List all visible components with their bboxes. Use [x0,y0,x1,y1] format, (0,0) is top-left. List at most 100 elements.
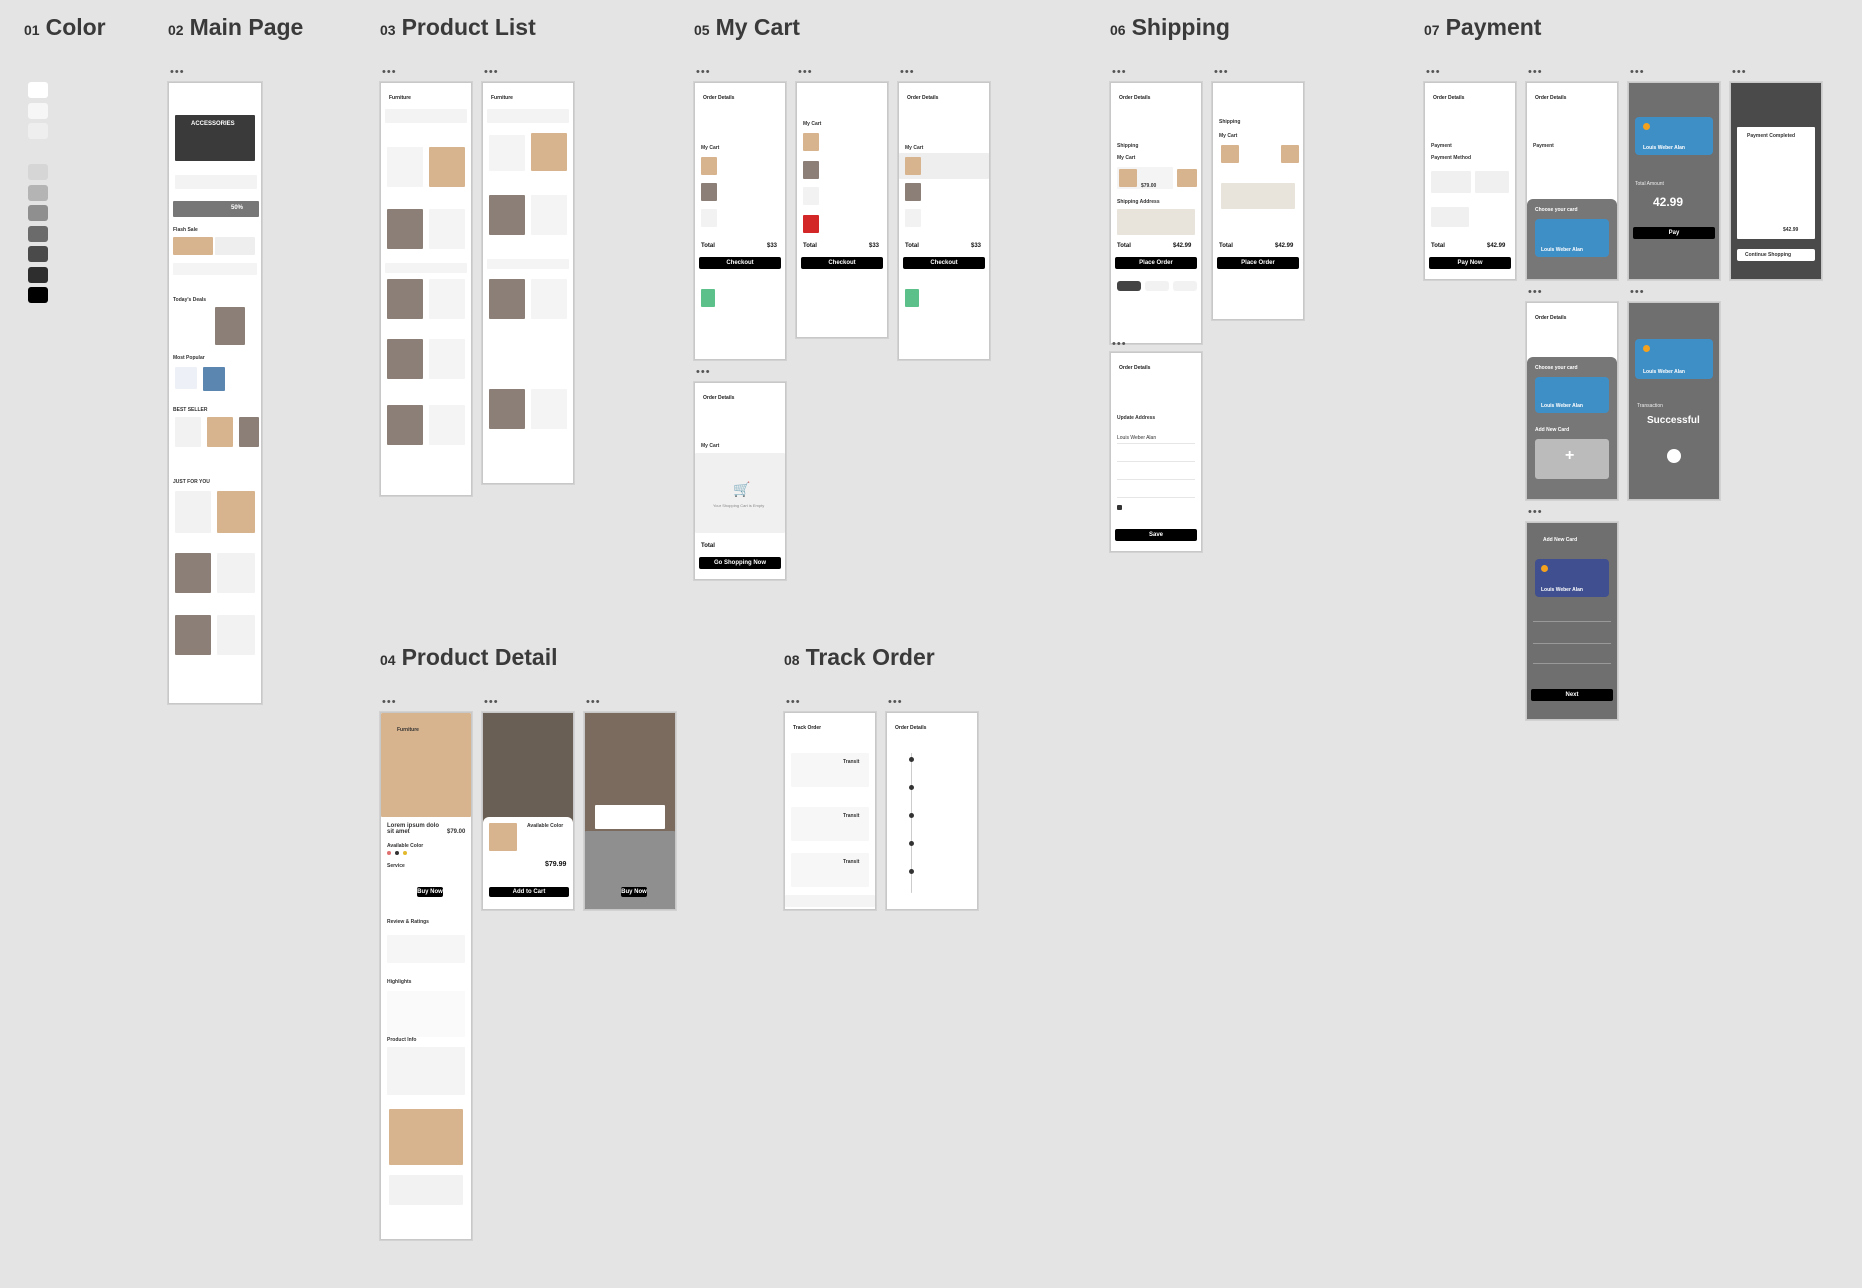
checkout-button[interactable]: Checkout [801,257,883,269]
product-card[interactable] [175,615,211,655]
product-card[interactable] [489,279,525,319]
frame-menu-icon[interactable]: ••• [1528,507,1543,518]
frame-menu-icon[interactable]: ••• [1426,67,1441,78]
product-card[interactable] [531,389,567,429]
product-card[interactable] [217,491,255,533]
product-card[interactable] [531,279,567,319]
promo-banner[interactable] [173,201,259,217]
cart-item-image[interactable] [905,157,921,175]
shipping-option[interactable] [1173,281,1197,291]
product-card[interactable] [489,389,525,429]
shipping-option[interactable] [1145,281,1169,291]
deal-item[interactable] [215,307,245,345]
cart-item-image[interactable] [905,209,921,227]
card-expiry-field[interactable] [1533,663,1611,664]
bottom-nav[interactable] [173,263,257,275]
frame-menu-icon[interactable]: ••• [1732,67,1747,78]
name-field[interactable]: Louis Weber Alan [1117,435,1156,441]
product-card[interactable] [217,615,255,655]
cart-item-image[interactable] [803,187,819,205]
color-option[interactable] [403,851,407,855]
card-number-field[interactable] [1533,643,1611,644]
product-card[interactable] [489,135,525,171]
frame-menu-icon[interactable]: ••• [170,67,185,78]
frame-menu-icon[interactable]: ••• [484,697,499,708]
frame-menu-icon[interactable]: ••• [1214,67,1229,78]
frame-menu-icon[interactable]: ••• [1528,67,1543,78]
cart-item-image[interactable] [905,183,921,201]
frame-menu-icon[interactable]: ••• [786,697,801,708]
product-card[interactable] [175,553,211,593]
add-to-cart-button[interactable]: Add to Cart [489,887,569,897]
frame-menu-icon[interactable]: ••• [586,697,601,708]
category-row[interactable] [175,175,257,189]
cart-item-image[interactable] [701,183,717,201]
flash-sale-item[interactable] [215,237,255,255]
product-card[interactable] [387,279,423,319]
flash-sale-item[interactable] [173,237,213,255]
product-card[interactable] [387,405,423,445]
map-preview[interactable] [1221,183,1295,209]
popular-item[interactable] [203,367,225,391]
cart-item-image[interactable] [803,161,819,179]
frame-menu-icon[interactable]: ••• [798,67,813,78]
buy-now-button[interactable]: Buy Now [417,887,443,897]
buy-now-button[interactable]: Buy Now [621,887,647,897]
shipping-option[interactable] [1117,281,1141,291]
bottom-nav[interactable] [385,263,467,273]
product-card[interactable] [531,133,567,171]
best-seller-item[interactable] [239,417,259,447]
bottom-nav[interactable] [487,259,569,269]
product-card[interactable] [429,279,465,319]
frame-menu-icon[interactable]: ••• [484,67,499,78]
card-name-field[interactable] [1533,621,1611,622]
product-card[interactable] [387,339,423,379]
voucher-icon[interactable] [905,289,919,307]
frame-menu-icon[interactable]: ••• [1112,339,1127,350]
frame-menu-icon[interactable]: ••• [1528,287,1543,298]
place-order-button[interactable]: Place Order [1217,257,1299,269]
bottom-nav[interactable] [785,895,875,907]
product-card[interactable] [429,405,465,445]
go-shopping-button[interactable]: Go Shopping Now [699,557,781,569]
color-option[interactable] [395,851,399,855]
next-button[interactable]: Next [1531,689,1613,701]
cart-item-image[interactable] [701,157,717,175]
product-card[interactable] [387,209,423,249]
payment-option-wallet[interactable] [1475,171,1509,193]
product-card[interactable] [429,209,465,249]
product-card[interactable] [387,147,423,187]
cart-item-image[interactable] [701,209,717,227]
product-card[interactable] [217,553,255,593]
map-preview[interactable] [1117,209,1195,235]
frame-menu-icon[interactable]: ••• [382,697,397,708]
payment-option-card[interactable] [1431,171,1471,193]
payment-option-bank[interactable] [1431,207,1469,227]
filter-chips[interactable] [385,109,467,123]
product-card[interactable] [531,195,567,235]
filter-chips[interactable] [487,109,569,123]
frame-menu-icon[interactable]: ••• [1630,287,1645,298]
frame-menu-icon[interactable]: ••• [1112,67,1127,78]
color-option[interactable] [387,851,391,855]
pay-now-button[interactable]: Pay Now [1429,257,1511,269]
default-checkbox[interactable] [1117,505,1122,510]
frame-menu-icon[interactable]: ••• [888,697,903,708]
save-button[interactable]: Save [1115,529,1197,541]
frame-menu-icon[interactable]: ••• [1630,67,1645,78]
product-card[interactable] [175,491,211,533]
voucher-icon[interactable] [701,289,715,307]
frame-menu-icon[interactable]: ••• [696,67,711,78]
frame-menu-icon[interactable]: ••• [382,67,397,78]
product-card[interactable] [429,147,465,187]
frame-menu-icon[interactable]: ••• [900,67,915,78]
best-seller-item[interactable] [175,417,201,447]
frame-menu-icon[interactable]: ••• [696,367,711,378]
product-card[interactable] [429,339,465,379]
place-order-button[interactable]: Place Order [1115,257,1197,269]
checkout-button[interactable]: Checkout [903,257,985,269]
cart-item-image[interactable] [803,133,819,151]
popular-item[interactable] [175,367,197,389]
added-popup[interactable] [595,805,665,829]
pay-button[interactable]: Pay [1633,227,1715,239]
